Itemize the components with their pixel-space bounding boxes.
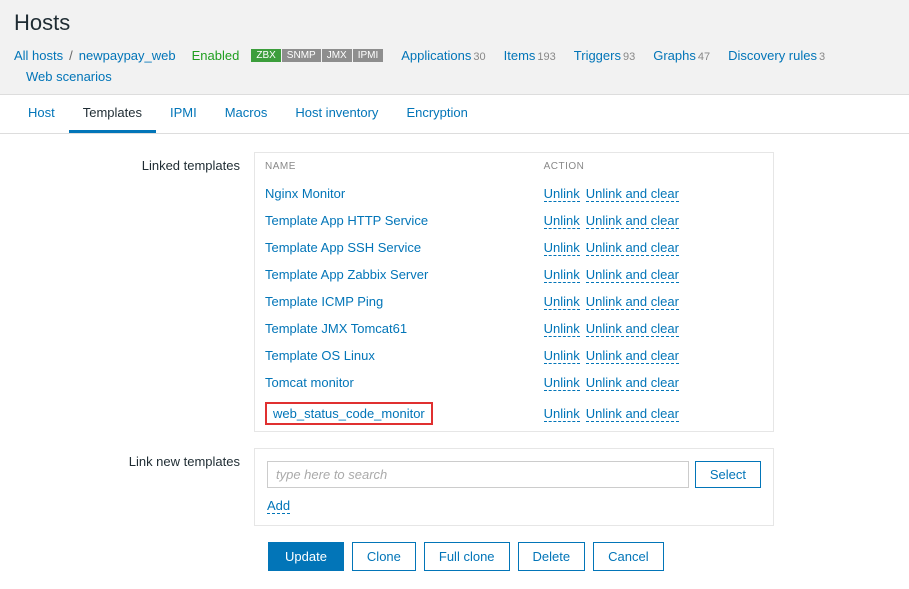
proto-ipmi-tag: IPMI [353,49,384,62]
table-row: Template ICMP Ping Unlink Unlink and clear [255,288,774,315]
tab-ipmi[interactable]: IPMI [156,95,211,133]
unlink-clear-link[interactable]: Unlink and clear [586,406,679,422]
applications-link[interactable]: Applications30 [401,48,485,63]
clone-button[interactable]: Clone [352,542,416,571]
graphs-count: 47 [698,51,710,63]
applications-count: 30 [473,51,485,63]
discovery-count: 3 [819,51,825,63]
linked-templates-label: Linked templates [14,152,254,173]
unlink-link[interactable]: Unlink [544,375,580,391]
proto-jmx-tag: JMX [322,49,352,62]
template-link[interactable]: web_status_code_monitor [273,406,425,421]
table-row: Nginx Monitor Unlink Unlink and clear [255,180,774,207]
discovery-label: Discovery rules [728,48,817,63]
template-link[interactable]: Template ICMP Ping [265,294,383,309]
graphs-link[interactable]: Graphs47 [653,48,710,63]
link-new-area: Select Add [254,448,774,526]
delete-button[interactable]: Delete [518,542,586,571]
unlink-clear-link[interactable]: Unlink and clear [586,375,679,391]
proto-snmp-tag: SNMP [282,49,321,62]
update-button[interactable]: Update [268,542,344,571]
unlink-clear-link[interactable]: Unlink and clear [586,213,679,229]
unlink-clear-link[interactable]: Unlink and clear [586,186,679,202]
tab-host[interactable]: Host [14,95,69,133]
enabled-label: Enabled [192,48,240,63]
template-link[interactable]: Template OS Linux [265,348,375,363]
full-clone-button[interactable]: Full clone [424,542,510,571]
tab-encryption[interactable]: Encryption [392,95,481,133]
table-row: Template OS Linux Unlink Unlink and clear [255,342,774,369]
tab-inventory[interactable]: Host inventory [281,95,392,133]
col-action-header: ACTION [534,153,774,181]
tabs: Host Templates IPMI Macros Host inventor… [0,95,909,134]
triggers-label: Triggers [574,48,621,63]
tab-templates[interactable]: Templates [69,95,156,133]
discovery-link[interactable]: Discovery rules3 [728,48,825,63]
unlink-link[interactable]: Unlink [544,267,580,283]
add-link[interactable]: Add [267,498,290,514]
button-bar: Update Clone Full clone Delete Cancel [268,542,895,571]
items-label: Items [504,48,536,63]
web-scenarios-link[interactable]: Web scenarios [26,69,112,84]
graphs-label: Graphs [653,48,696,63]
applications-label: Applications [401,48,471,63]
template-link[interactable]: Template App SSH Service [265,240,421,255]
template-link[interactable]: Template JMX Tomcat61 [265,321,407,336]
table-row: Template JMX Tomcat61 Unlink Unlink and cl… [255,315,774,342]
unlink-link[interactable]: Unlink [544,348,580,364]
triggers-link[interactable]: Triggers93 [574,48,635,63]
unlink-clear-link[interactable]: Unlink and clear [586,267,679,283]
table-row: web_status_code_monitor Unlink Unlink and … [255,396,774,432]
col-name-header: NAME [255,153,534,181]
unlink-link[interactable]: Unlink [544,186,580,202]
unlink-clear-link[interactable]: Unlink and clear [586,321,679,337]
template-link[interactable]: Template App Zabbix Server [265,267,428,282]
breadcrumb: All hosts / newpaypay_web Enabled ZBX SN… [14,48,895,94]
breadcrumb-sep: / [69,48,73,63]
table-row: Tomcat monitor Unlink Unlink and clear [255,369,774,396]
unlink-link[interactable]: Unlink [544,294,580,310]
unlink-clear-link[interactable]: Unlink and clear [586,240,679,256]
unlink-clear-link[interactable]: Unlink and clear [586,348,679,364]
table-row: Template App SSH Service Unlink Unlink and… [255,234,774,261]
unlink-clear-link[interactable]: Unlink and clear [586,294,679,310]
template-link[interactable]: Nginx Monitor [265,186,345,201]
highlighted-template: web_status_code_monitor [265,402,433,425]
table-row: Template App Zabbix Server Unlink Unlink a… [255,261,774,288]
protocol-tags: ZBX SNMP JMX IPMI [251,49,383,62]
host-name-link[interactable]: newpaypay_web [79,48,176,63]
cancel-button[interactable]: Cancel [593,542,663,571]
select-button[interactable]: Select [695,461,761,488]
table-row: Template App HTTP Service Unlink Unlink an… [255,207,774,234]
proto-zbx-tag: ZBX [251,49,280,62]
triggers-count: 93 [623,51,635,63]
all-hosts-link[interactable]: All hosts [14,48,63,63]
template-link[interactable]: Tomcat monitor [265,375,354,390]
tab-macros[interactable]: Macros [211,95,282,133]
search-input[interactable] [267,461,689,488]
linked-templates-table: NAME ACTION Nginx Monitor Unlink Unlink an… [254,152,774,432]
unlink-link[interactable]: Unlink [544,240,580,256]
items-count: 193 [537,51,555,63]
page-title: Hosts [14,10,895,36]
template-link[interactable]: Template App HTTP Service [265,213,428,228]
unlink-link[interactable]: Unlink [544,321,580,337]
link-new-templates-label: Link new templates [14,448,254,469]
unlink-link[interactable]: Unlink [544,213,580,229]
items-link[interactable]: Items193 [504,48,556,63]
unlink-link[interactable]: Unlink [544,406,580,422]
